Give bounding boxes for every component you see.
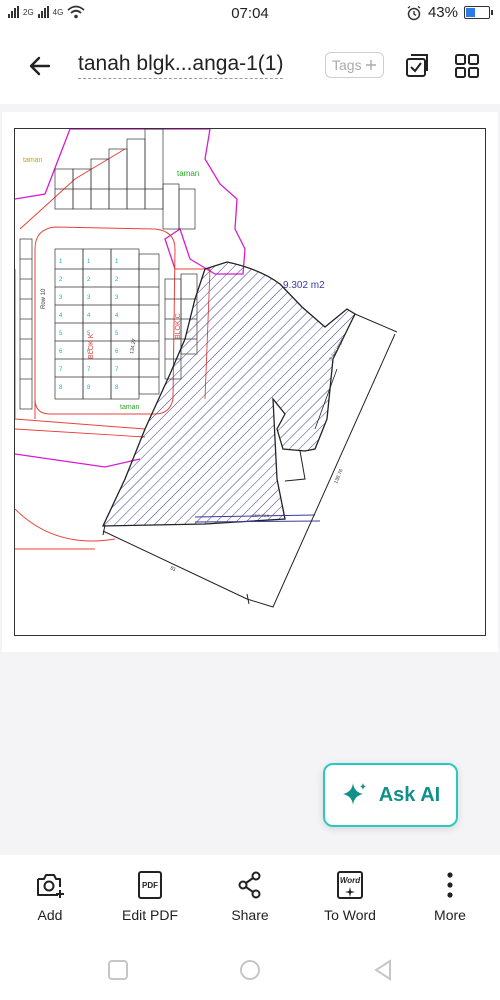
plus-icon (365, 60, 376, 70)
more-label: More (434, 907, 466, 923)
svg-text:2: 2 (87, 277, 91, 283)
svg-text:1: 1 (59, 259, 63, 265)
svg-text:3: 3 (59, 295, 63, 301)
site-plan-svg: 1 1 12 2 2 3 3 34 4 4 5 5 56 6 6 7 7 78 8 8 taman taman … (15, 129, 398, 608)
arrow-left-icon (29, 56, 51, 76)
svg-text:5: 5 (115, 331, 119, 337)
tags-button[interactable]: Tags (325, 52, 384, 78)
svg-text:3: 3 (115, 295, 119, 301)
svg-text:7: 7 (59, 367, 63, 373)
taman-label-1: taman (23, 157, 43, 164)
bottom-toolbar: Add PDF Edit PDF Share Word To Word More (0, 855, 500, 945)
svg-text:7: 7 (87, 367, 91, 373)
document-title[interactable]: tanah blgk...anga-1(1) (78, 52, 284, 79)
grid-icon (455, 54, 479, 78)
share-icon (238, 871, 261, 899)
dimension-label-1: 134.27 (129, 338, 138, 354)
svg-text:PDF: PDF (142, 881, 158, 890)
ask-ai-label: Ask AI (378, 783, 441, 806)
svg-text:6: 6 (115, 349, 119, 355)
to-word-button[interactable]: Word To Word (300, 855, 400, 945)
svg-text:2: 2 (59, 277, 63, 283)
svg-text:7: 7 (115, 367, 119, 373)
system-nav-bar (0, 945, 500, 1000)
add-button[interactable]: Add (0, 855, 100, 945)
ask-ai-button[interactable]: Ask AI (323, 763, 458, 827)
dimension-label-3: 138.76 (333, 468, 344, 485)
svg-text:1: 1 (87, 259, 91, 265)
alarm-icon (407, 5, 421, 20)
dimension-label-2: 81 (169, 565, 177, 573)
taman-label-2: taman (177, 169, 199, 178)
svg-text:4: 4 (115, 313, 119, 319)
recent-apps-icon[interactable] (105, 957, 131, 983)
area-label: 9.302 m2 (283, 280, 325, 291)
svg-text:8: 8 (59, 385, 63, 391)
more-vertical-icon (447, 872, 453, 898)
taman-label-3: taman (120, 404, 140, 411)
checkbox-stack-icon (406, 54, 428, 77)
tags-label: Tags (332, 57, 362, 73)
dimension-label-5: SDP 73.5 (252, 513, 270, 518)
svg-text:1: 1 (115, 259, 119, 265)
svg-text:5: 5 (59, 331, 63, 337)
site-plan-drawing: 111222 333444 555666 777888 taman taman … (14, 128, 486, 636)
blok-label-2: BLOK C (175, 313, 182, 339)
status-bar: 2G 4G 07:04 43% (0, 0, 500, 28)
svg-text:8: 8 (115, 385, 119, 391)
svg-text:3: 3 (87, 295, 91, 301)
svg-text:Word: Word (340, 876, 361, 885)
svg-text:2: 2 (115, 277, 119, 283)
battery-icon (464, 6, 493, 19)
status-right-group: 43% (406, 4, 493, 21)
edit-pdf-label: Edit PDF (121, 907, 178, 923)
svg-text:4: 4 (59, 313, 63, 319)
svg-text:4: 4 (87, 313, 91, 319)
blok-label-1: BLOK K (88, 333, 95, 359)
pdf-icon: PDF (138, 871, 162, 899)
back-button[interactable] (24, 50, 56, 82)
grid-view-button[interactable] (453, 52, 481, 80)
camera-plus-icon (37, 874, 64, 898)
edit-pdf-button[interactable]: PDF Edit PDF (100, 855, 200, 945)
app-bar: tanah blgk...anga-1(1) Tags (0, 28, 500, 104)
share-button[interactable]: Share (200, 855, 300, 945)
word-icon: Word (337, 871, 363, 899)
sparkle-icon (342, 783, 366, 805)
svg-text:6: 6 (59, 349, 63, 355)
svg-text:8: 8 (87, 385, 91, 391)
home-icon[interactable] (237, 957, 263, 983)
add-label: Add (37, 907, 63, 923)
select-pages-button[interactable] (403, 52, 431, 80)
share-label: Share (231, 907, 269, 923)
more-button[interactable]: More (400, 855, 500, 945)
back-nav-icon[interactable] (370, 957, 396, 983)
battery-percent: 43% (427, 4, 458, 21)
to-word-label: To Word (324, 907, 376, 923)
row-label: Row 10 (41, 288, 47, 309)
